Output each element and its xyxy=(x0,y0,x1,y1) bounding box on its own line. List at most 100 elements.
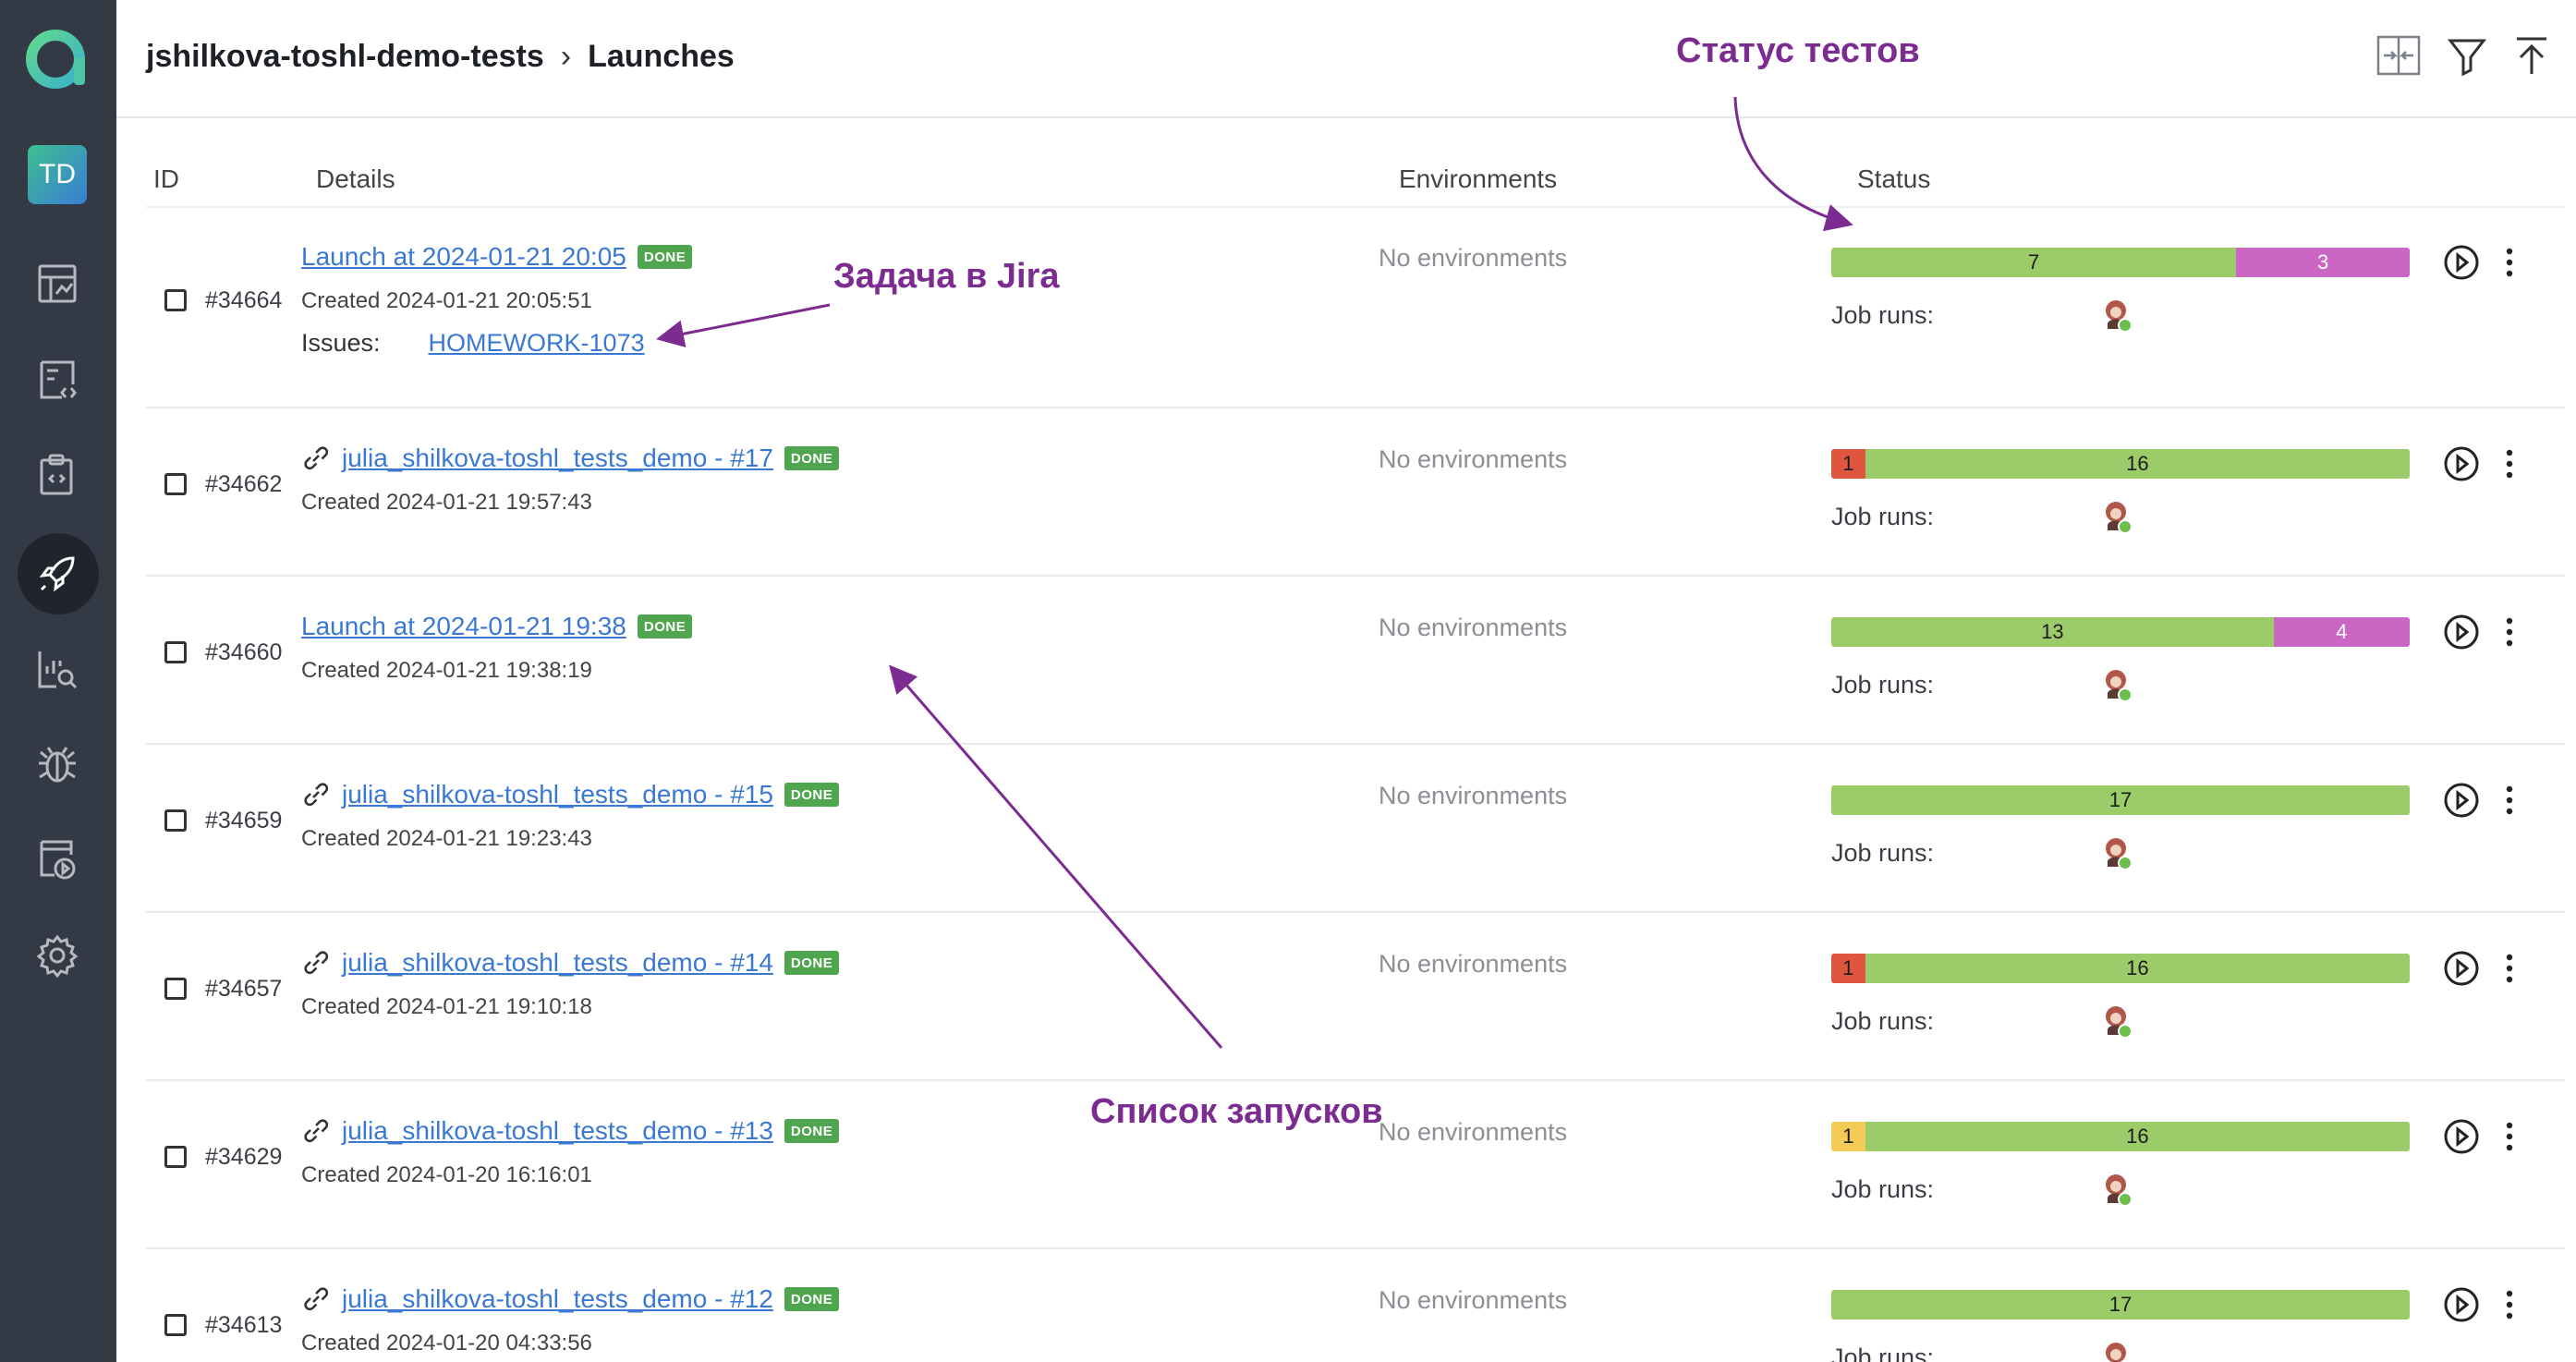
rerun-play-icon[interactable] xyxy=(2441,780,2482,821)
job-run-avatar-icon[interactable] xyxy=(2103,1003,2134,1040)
status-segment-failed[interactable]: 1 xyxy=(1831,954,1865,983)
column-header-status[interactable]: Status xyxy=(1857,164,1930,194)
status-segment-passed[interactable]: 16 xyxy=(1865,449,2410,479)
job-run-avatar-icon[interactable] xyxy=(2103,1172,2134,1209)
launch-id: #34660 xyxy=(205,639,283,665)
defects-bug-icon[interactable] xyxy=(30,737,84,791)
column-header-id[interactable]: ID xyxy=(153,164,179,194)
jira-annotation: Задача в Jira xyxy=(833,257,1060,296)
table-row[interactable]: #34664 Launch at 2024-01-21 20:05 DONE Cr… xyxy=(146,209,2565,408)
breadcrumb-page: Launches xyxy=(588,39,735,74)
environment-value: No environments xyxy=(1379,782,1568,809)
job-runs-label: Job runs: xyxy=(1831,1007,1935,1035)
more-options-icon[interactable] xyxy=(2493,1116,2526,1157)
created-date: Created 2024-01-20 04:33:56 xyxy=(301,1331,592,1356)
dashboards-icon[interactable] xyxy=(30,257,84,310)
status-segment-passed[interactable]: 16 xyxy=(1865,954,2410,983)
test-plans-icon[interactable] xyxy=(30,448,84,502)
analytics-icon[interactable] xyxy=(30,642,84,696)
table-row[interactable]: #34657 julia_shilkova-toshl_tests_demo -… xyxy=(146,913,2565,1081)
row-checkbox[interactable] xyxy=(164,641,187,663)
jobs-icon[interactable] xyxy=(30,833,84,886)
status-segment-passed[interactable]: 16 xyxy=(1865,1122,2410,1151)
status-bar[interactable]: 1 16 xyxy=(1831,449,2410,479)
status-segment-skipped[interactable]: 3 xyxy=(2236,248,2410,277)
app-logo[interactable] xyxy=(24,26,91,92)
more-options-icon[interactable] xyxy=(2493,242,2526,283)
status-segment-passed[interactable]: 13 xyxy=(1831,617,2274,647)
job-runs-label: Job runs: xyxy=(1831,1344,1935,1362)
link-icon xyxy=(304,446,329,470)
launch-title-link[interactable]: julia_shilkova-toshl_tests_demo - #12 xyxy=(342,1284,773,1314)
rerun-play-icon[interactable] xyxy=(2441,948,2482,989)
status-count: 1 xyxy=(1842,956,1854,979)
status-segment-failed[interactable]: 1 xyxy=(1831,449,1865,479)
status-bar[interactable]: 13 4 xyxy=(1831,617,2410,647)
job-runs-label: Job runs: xyxy=(1831,503,1935,530)
rerun-play-icon[interactable] xyxy=(2441,1284,2482,1325)
job-run-avatar-icon[interactable] xyxy=(2103,298,2134,334)
launch-title-link[interactable]: julia_shilkova-toshl_tests_demo - #15 xyxy=(342,780,773,809)
issue-link[interactable]: HOMEWORK-1073 xyxy=(429,329,645,358)
status-bar[interactable]: 73 xyxy=(1831,248,2410,277)
column-header-details[interactable]: Details xyxy=(316,164,395,194)
launch-title-link[interactable]: julia_shilkova-toshl_tests_demo - #13 xyxy=(342,1116,773,1146)
environment-value: No environments xyxy=(1379,244,1568,272)
table-row[interactable]: #34660 Launch at 2024-01-21 19:38 DONE Cr… xyxy=(146,577,2565,745)
status-segment-skipped[interactable]: 4 xyxy=(2273,617,2410,647)
more-options-icon[interactable] xyxy=(2493,444,2526,484)
status-bar[interactable]: 17 xyxy=(1831,785,2410,815)
settings-gear-icon[interactable] xyxy=(30,929,84,982)
launch-title-link[interactable]: julia_shilkova-toshl_tests_demo - #14 xyxy=(342,948,773,978)
launch-title-link[interactable]: Launch at 2024-01-21 20:05 xyxy=(301,242,626,272)
status-bar[interactable]: 17 xyxy=(1831,1290,2410,1319)
breadcrumb-project[interactable]: jshilkova-toshl-demo-tests xyxy=(146,39,544,75)
status-badge: DONE xyxy=(784,1119,840,1143)
row-checkbox[interactable] xyxy=(164,289,187,311)
launches-rocket-icon[interactable] xyxy=(30,547,84,601)
launch-id: #34657 xyxy=(205,976,283,1002)
launch-title-link[interactable]: julia_shilkova-toshl_tests_demo - #17 xyxy=(342,444,773,473)
column-header-environments[interactable]: Environments xyxy=(1399,164,1557,194)
status-count: 16 xyxy=(2126,1125,2149,1148)
job-run-avatar-icon[interactable] xyxy=(2103,499,2134,536)
launch-id: #34662 xyxy=(205,471,283,497)
status-segment-passed[interactable]: 7 xyxy=(1831,248,2237,277)
job-runs-label: Job runs: xyxy=(1831,839,1935,867)
job-run-avatar-icon[interactable] xyxy=(2103,667,2134,704)
table-row[interactable]: #34662 julia_shilkova-toshl_tests_demo -… xyxy=(146,408,2565,577)
row-checkbox[interactable] xyxy=(164,809,187,832)
more-options-icon[interactable] xyxy=(2493,948,2526,989)
job-run-avatar-icon[interactable] xyxy=(2103,1340,2134,1362)
rerun-play-icon[interactable] xyxy=(2441,612,2482,652)
row-checkbox[interactable] xyxy=(164,1314,187,1336)
test-cases-icon[interactable] xyxy=(30,353,84,407)
status-segment-passed[interactable]: 17 xyxy=(1831,785,2410,815)
status-segment-passed[interactable]: 17 xyxy=(1831,1290,2410,1319)
row-checkbox[interactable] xyxy=(164,1146,187,1168)
job-run-avatar-icon[interactable] xyxy=(2103,835,2134,872)
compare-icon[interactable] xyxy=(2375,31,2423,79)
filter-icon[interactable] xyxy=(2443,31,2491,79)
table-row[interactable]: #34613 julia_shilkova-toshl_tests_demo -… xyxy=(146,1249,2565,1362)
row-checkbox[interactable] xyxy=(164,978,187,1000)
status-count: 17 xyxy=(2108,788,2132,811)
environment-value: No environments xyxy=(1379,1286,1568,1314)
row-checkbox[interactable] xyxy=(164,473,187,495)
status-count: 4 xyxy=(2336,620,2348,643)
project-avatar[interactable]: TD xyxy=(28,145,87,204)
status-bar[interactable]: 1 16 xyxy=(1831,1122,2410,1151)
table-row[interactable]: #34659 julia_shilkova-toshl_tests_demo -… xyxy=(146,745,2565,913)
rerun-play-icon[interactable] xyxy=(2441,1116,2482,1157)
upload-icon[interactable] xyxy=(2508,31,2556,79)
more-options-icon[interactable] xyxy=(2493,780,2526,821)
rerun-play-icon[interactable] xyxy=(2441,444,2482,484)
chevron-right-icon: › xyxy=(560,39,572,74)
rerun-play-icon[interactable] xyxy=(2441,242,2482,283)
more-options-icon[interactable] xyxy=(2493,612,2526,652)
status-bar[interactable]: 1 16 xyxy=(1831,954,2410,983)
more-options-icon[interactable] xyxy=(2493,1284,2526,1325)
launch-title-link[interactable]: Launch at 2024-01-21 19:38 xyxy=(301,612,626,641)
status-segment-broken[interactable]: 1 xyxy=(1831,1122,1865,1151)
issues-line: Issues: HOMEWORK-1073 xyxy=(301,329,645,358)
